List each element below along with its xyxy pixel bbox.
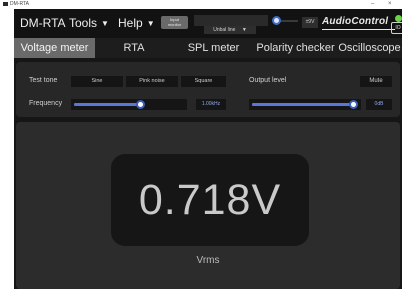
input-level-bar bbox=[194, 15, 268, 26]
output-level-label: Output level bbox=[249, 77, 287, 84]
app-window: DM-RTA Tools ▼ Help ▼ Input monitor Unbal … bbox=[14, 9, 402, 301]
tab-bar: Voltage meter RTA SPL meter Polarity che… bbox=[14, 38, 402, 58]
tone-option-square[interactable]: Square bbox=[181, 76, 226, 87]
output-level-value[interactable]: 0dB bbox=[366, 99, 392, 110]
power-led-icon bbox=[395, 15, 402, 22]
input-monitor-button[interactable]: Input monitor bbox=[161, 16, 188, 29]
close-button[interactable]: × bbox=[388, 0, 392, 8]
gain-knob[interactable] bbox=[272, 16, 281, 25]
output-level-slider-fill bbox=[252, 103, 350, 106]
chevron-down-icon: ▼ bbox=[241, 27, 247, 33]
level-badge: ±9V bbox=[302, 17, 318, 28]
tab-polarity-checker[interactable]: Polarity checker bbox=[254, 38, 337, 58]
input-type-select[interactable]: Unbal line ▼ bbox=[204, 26, 256, 34]
window-title: DM-RTA bbox=[10, 1, 29, 7]
gain-knob-track bbox=[280, 20, 298, 22]
tab-oscilloscope[interactable]: Oscilloscope bbox=[337, 38, 402, 58]
input-monitor-line2: monitor bbox=[167, 22, 182, 27]
meter-display: 0.718V bbox=[111, 154, 309, 246]
frequency-slider-fill bbox=[74, 103, 138, 106]
logo-text: AudioControl bbox=[322, 16, 389, 27]
voltage-unit: Vrms bbox=[196, 255, 220, 266]
power-label: IO bbox=[395, 25, 401, 31]
logo-underline bbox=[322, 29, 395, 30]
menu-tools[interactable]: Tools ▼ bbox=[69, 16, 109, 30]
frequency-value[interactable]: 1.00kHz bbox=[196, 99, 226, 110]
app-icon bbox=[3, 2, 8, 6]
app-brand: DM-RTA bbox=[20, 16, 66, 30]
frequency-label: Frequency bbox=[29, 100, 63, 107]
tone-option-pink-noise[interactable]: Pink noise bbox=[126, 76, 178, 87]
voltage-reading: 0.718V bbox=[138, 176, 282, 224]
mute-button[interactable]: Mute bbox=[360, 76, 392, 87]
tab-spl-meter[interactable]: SPL meter bbox=[173, 38, 254, 58]
menu-help-label: Help bbox=[118, 16, 143, 30]
window-bottom-margin bbox=[14, 289, 402, 301]
menu-tools-label: Tools bbox=[69, 16, 98, 30]
voltage-meter-panel: 0.718V Vrms bbox=[16, 122, 400, 289]
tab-voltage-meter[interactable]: Voltage meter bbox=[14, 38, 95, 58]
window-title-bar: DM-RTA – × bbox=[0, 0, 402, 9]
input-type-value: Unbal line bbox=[213, 27, 236, 33]
test-tone-label: Test tone bbox=[29, 77, 58, 84]
audiocontrol-logo: AudioControl bbox=[322, 16, 395, 30]
menu-help[interactable]: Help ▼ bbox=[118, 16, 155, 30]
output-level-slider[interactable] bbox=[249, 99, 361, 110]
tone-option-sine[interactable]: Sine bbox=[71, 76, 123, 87]
frequency-slider[interactable] bbox=[71, 99, 187, 110]
app-header: DM-RTA Tools ▼ Help ▼ Input monitor Unbal … bbox=[14, 9, 402, 38]
frequency-slider-thumb[interactable] bbox=[136, 100, 146, 109]
chevron-down-icon: ▼ bbox=[101, 19, 109, 28]
tab-rta[interactable]: RTA bbox=[95, 38, 173, 58]
minimize-button[interactable]: – bbox=[371, 0, 374, 8]
chevron-down-icon: ▼ bbox=[146, 19, 155, 28]
output-level-slider-thumb[interactable] bbox=[349, 100, 358, 109]
tone-settings-panel: Test tone Sine Pink noise Square Output … bbox=[16, 62, 400, 117]
power-button[interactable]: IO bbox=[391, 15, 402, 34]
